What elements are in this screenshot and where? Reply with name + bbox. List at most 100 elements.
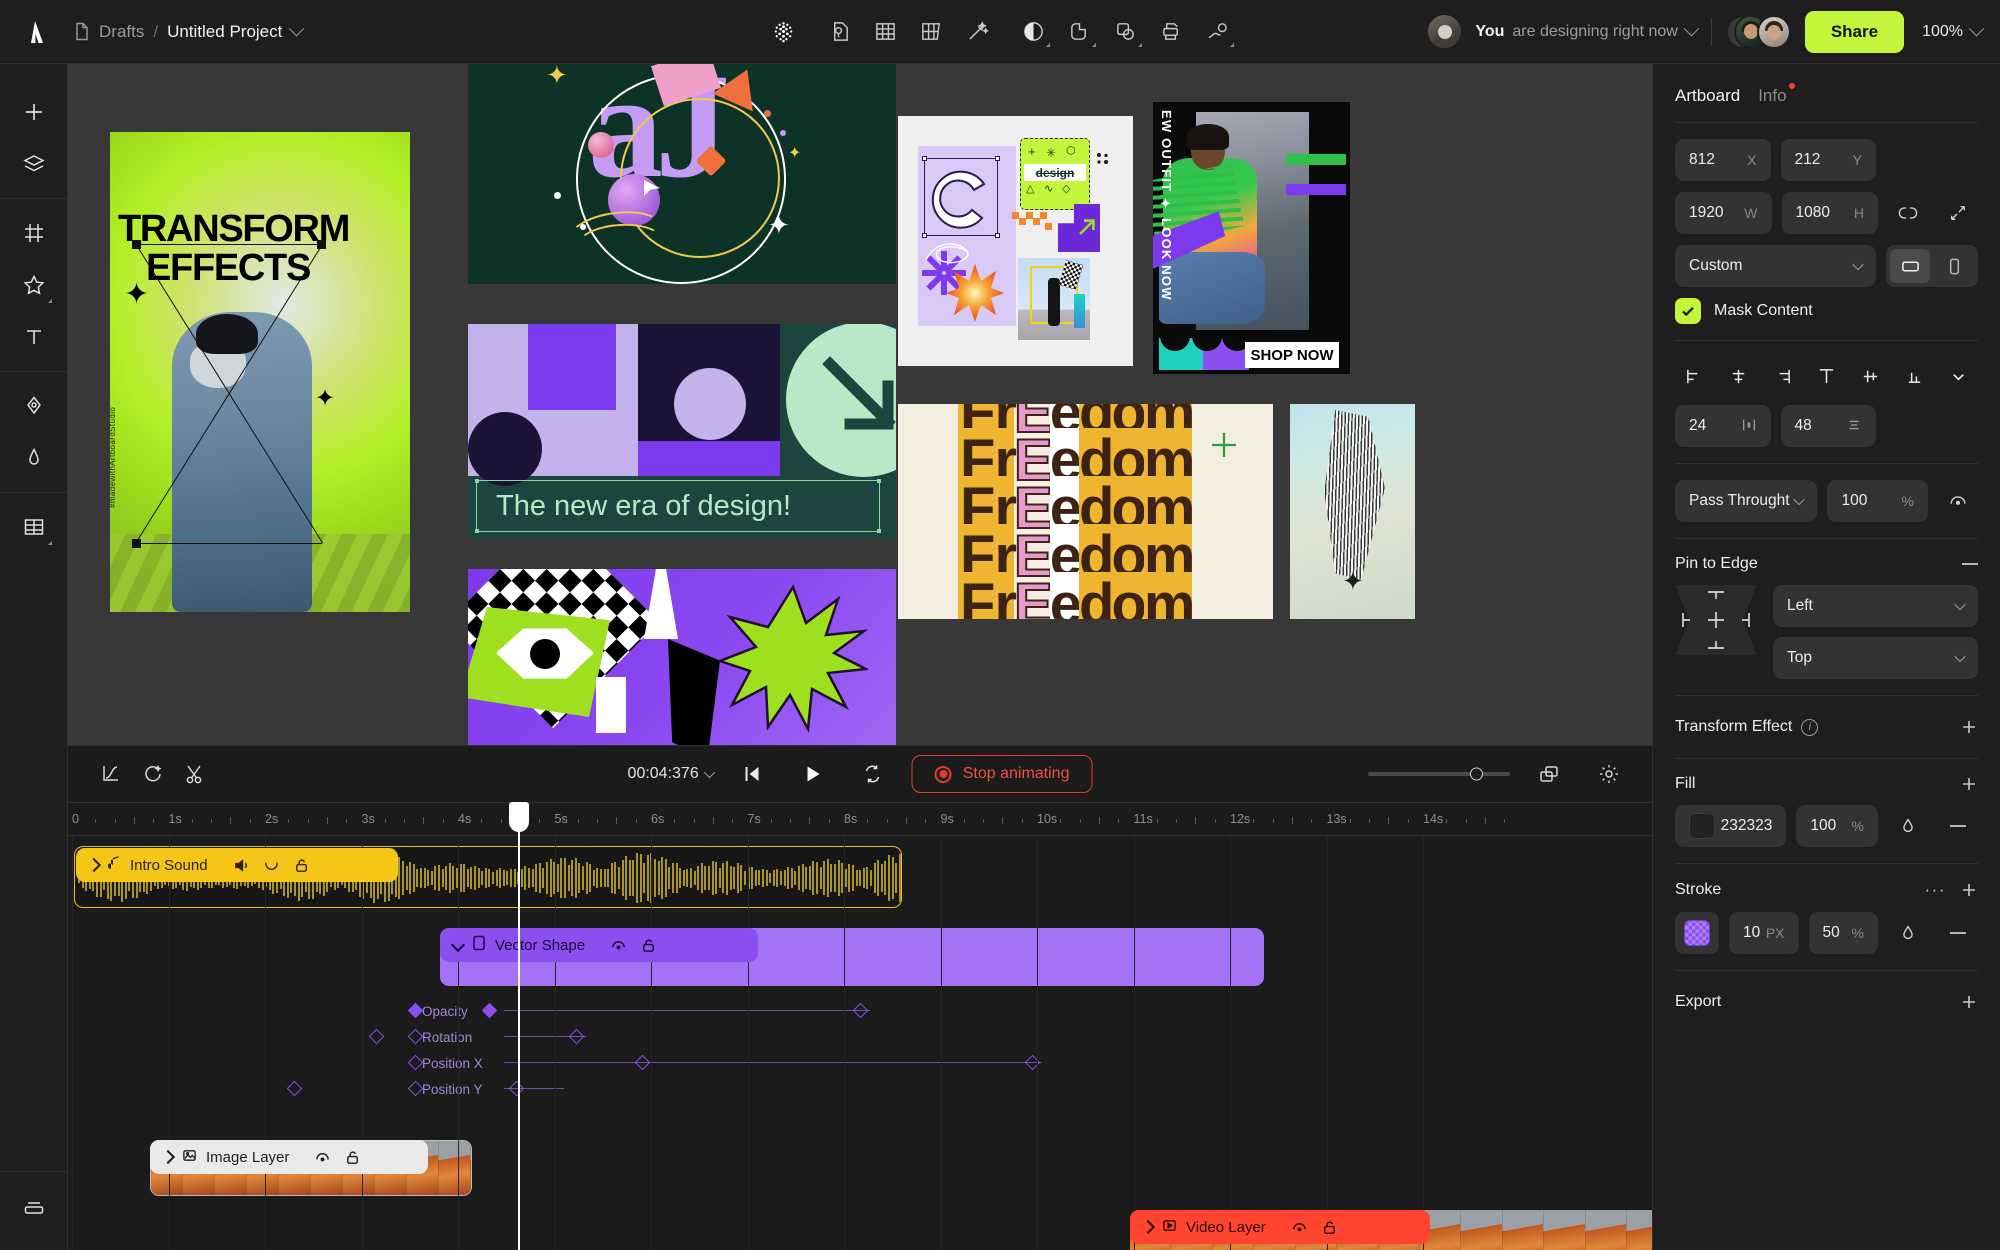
y-position-input[interactable]: 212 Y (1781, 139, 1877, 181)
timeline-ruler[interactable]: 01s2s3s4s5s6s7s8s9s10s11s12s13s14s (68, 802, 1652, 836)
pin-vertical-select[interactable]: Top (1773, 637, 1978, 679)
keyframe-marker[interactable] (853, 1003, 869, 1019)
chevron-down-icon[interactable] (704, 767, 715, 778)
selection-handle[interactable] (475, 529, 479, 533)
path-node-icon[interactable] (1194, 11, 1240, 53)
height-input[interactable]: 1080 H (1782, 192, 1879, 234)
ai-dots-icon[interactable] (760, 11, 806, 53)
selection-handle[interactable] (922, 156, 927, 161)
unlock-icon[interactable] (344, 1149, 361, 1166)
playhead-ruler[interactable] (518, 803, 520, 837)
file-pin-icon[interactable] (816, 11, 862, 53)
stop-animating-button[interactable]: Stop animating (912, 755, 1093, 793)
plus-icon[interactable] (1960, 993, 1978, 1011)
avatar-me[interactable] (1428, 15, 1461, 48)
info-icon[interactable]: i (1801, 719, 1818, 736)
clip-header-image-layer[interactable]: Image Layer (150, 1140, 428, 1174)
plus-icon[interactable] (1960, 881, 1978, 899)
add-icon[interactable] (11, 86, 57, 138)
design-tag[interactable]: design (1024, 164, 1086, 181)
selection-handle[interactable] (877, 529, 881, 533)
keyframe-marker[interactable] (408, 1081, 424, 1097)
align-bottom-icon[interactable] (1898, 361, 1932, 391)
print-icon[interactable] (1148, 11, 1194, 53)
fashion-cta-button[interactable]: SHOP NOW (1245, 342, 1339, 368)
panel-toggle-icon[interactable] (11, 1180, 57, 1232)
grid-icon[interactable] (862, 11, 908, 53)
playhead-line[interactable] (518, 836, 520, 1250)
zoom-level-control[interactable]: 100% (1922, 23, 1982, 41)
mask-content-checkbox[interactable] (1675, 298, 1701, 324)
align-left-icon[interactable] (1677, 361, 1711, 391)
artboard-bauhaus[interactable]: The new era of design! (468, 324, 896, 539)
magic-wand-icon[interactable] (954, 11, 1000, 53)
pin-diagram[interactable] (1675, 585, 1757, 655)
keyframe-marker[interactable] (408, 1029, 424, 1045)
fill-color-swatch[interactable] (1689, 813, 1715, 839)
artboard-transform-effects[interactable]: ✦ TRANSFORM EFFECTS #madewithArtboardStu… (110, 132, 410, 612)
layers-icon[interactable] (11, 138, 57, 190)
pin-horizontal-select[interactable]: Left (1773, 585, 1978, 627)
width-input[interactable]: 1920 W (1675, 192, 1772, 234)
text-icon[interactable] (11, 311, 57, 363)
opacity-reset-icon[interactable] (1938, 481, 1978, 521)
artboard-icon[interactable] (11, 207, 57, 259)
mask-content-row[interactable]: Mask Content (1675, 298, 1978, 324)
eyedropper-icon[interactable] (1888, 806, 1928, 846)
keyframe-marker[interactable] (408, 1003, 424, 1019)
stroke-color-swatch[interactable] (1684, 920, 1710, 946)
tab-info[interactable]: Info (1758, 86, 1786, 106)
artboard-eye-flower[interactable] (468, 569, 896, 745)
selection-box[interactable] (924, 158, 998, 236)
plus-icon[interactable] (1960, 775, 1978, 793)
skip-to-start-icon[interactable] (732, 755, 774, 793)
selection-handle[interactable] (995, 233, 1000, 238)
plus-icon[interactable] (1960, 718, 1978, 736)
perspective-grid-icon[interactable] (908, 11, 954, 53)
expand-chevron-icon[interactable] (161, 1150, 175, 1164)
keyframe-row[interactable]: Position X (408, 1050, 1652, 1076)
breadcrumb-project[interactable]: Untitled Project (167, 22, 282, 42)
timeline-zoom-slider[interactable] (1368, 772, 1510, 776)
play-icon[interactable] (792, 755, 834, 793)
slider-knob[interactable] (1470, 768, 1483, 781)
clip-header-video-layer[interactable]: Video Layer (1130, 1210, 1430, 1244)
blend-opacity-input[interactable]: 100 % (1827, 480, 1928, 522)
settings-gear-icon[interactable] (1588, 755, 1630, 793)
clip-header-intro-sound[interactable]: Intro Sound (76, 848, 398, 882)
distribute-h-icon[interactable] (1741, 417, 1757, 436)
playhead-handle[interactable] (509, 802, 529, 832)
duplicate-icon[interactable] (1528, 755, 1570, 793)
keyframe-marker[interactable] (1025, 1055, 1041, 1071)
artboard-abstract[interactable]: aJ ✦ ✦ ✦ (468, 64, 896, 284)
keyframe-row[interactable]: Rotation (408, 1024, 1652, 1050)
unlock-icon[interactable] (640, 937, 657, 954)
keyframe-marker[interactable] (635, 1055, 651, 1071)
boolean-subtract-icon[interactable] (1102, 11, 1148, 53)
avatar-collaborator-2[interactable] (1757, 15, 1791, 49)
chevron-down-icon[interactable] (1969, 21, 1985, 37)
blend-mode-select[interactable]: Pass Throught (1675, 480, 1817, 522)
stroke-remove-minus-icon[interactable] (1938, 913, 1978, 953)
unlock-icon[interactable] (1321, 1219, 1338, 1236)
scissors-icon[interactable] (174, 755, 216, 793)
loop-icon[interactable] (852, 755, 894, 793)
fill-color-input[interactable]: 232323 (1675, 805, 1786, 847)
presence-status[interactable]: You are designing right now (1475, 23, 1696, 41)
selection-handle[interactable] (995, 156, 1000, 161)
keyframe-marker[interactable] (369, 1029, 385, 1045)
unlock-icon[interactable] (293, 857, 310, 874)
keyframe-marker[interactable] (568, 1029, 584, 1045)
preset-select[interactable]: Custom (1675, 245, 1876, 287)
stroke-width-input[interactable]: 10 PX (1729, 912, 1799, 954)
more-chevron-icon[interactable] (1942, 361, 1976, 391)
artboard-fashion[interactable]: EW OUTFIT ✦ LOOK NOW SHOP NOW (1153, 102, 1350, 374)
fill-opacity-input[interactable]: 100 % (1796, 805, 1878, 847)
shape-star-icon[interactable] (11, 259, 57, 311)
volume-icon[interactable] (233, 857, 250, 874)
minus-icon[interactable] (1962, 563, 1978, 565)
spacing-horizontal-input[interactable]: 24 (1675, 405, 1771, 447)
boolean-union-icon[interactable] (1056, 11, 1102, 53)
tab-artboard[interactable]: Artboard (1675, 86, 1740, 106)
landscape-icon[interactable] (1890, 249, 1930, 283)
